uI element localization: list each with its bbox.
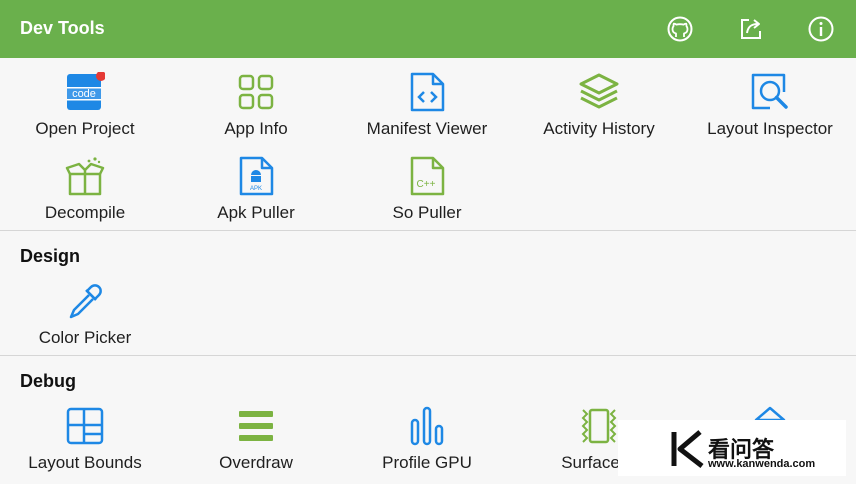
section-title-debug: Debug <box>20 371 76 391</box>
tool-label: Profile GPU <box>382 453 472 472</box>
tool-apk-puller[interactable]: APK Apk Puller <box>171 156 341 236</box>
watermark-logo-icon <box>671 430 704 468</box>
tool-activity-history[interactable]: Activity History <box>514 72 684 152</box>
tool-layout-bounds[interactable]: Layout Bounds <box>0 406 170 484</box>
tool-overdraw[interactable]: Overdraw <box>171 406 341 484</box>
tool-label: Color Picker <box>38 328 132 347</box>
bounds-icon <box>66 407 104 445</box>
github-button[interactable] <box>662 12 698 46</box>
cpp-file-icon: C++ <box>410 156 445 196</box>
manifest-file-icon <box>410 72 445 112</box>
divider <box>0 230 856 231</box>
info-icon <box>808 16 834 42</box>
tool-so-puller[interactable]: C++ So Puller <box>342 156 512 236</box>
github-icon <box>667 16 693 42</box>
grid-icon <box>238 74 274 110</box>
apk-file-icon: APK <box>239 156 274 196</box>
app-bar: Dev Tools <box>0 0 856 58</box>
tool-app-info[interactable]: App Info <box>171 72 341 152</box>
dropper-icon <box>69 284 102 319</box>
tool-label: Manifest Viewer <box>366 119 488 138</box>
code-icon: code <box>67 72 105 110</box>
tool-color-picker[interactable]: Color Picker <box>0 281 170 361</box>
svg-text:C++: C++ <box>417 179 436 190</box>
svg-text:code: code <box>72 88 96 100</box>
box-icon <box>65 157 105 196</box>
info-button[interactable] <box>803 12 839 46</box>
overdraw-icon <box>239 411 273 441</box>
tool-manifest-viewer[interactable]: Manifest Viewer <box>342 72 512 152</box>
tool-label: Layout Inspector <box>707 119 833 138</box>
tool-open-project[interactable]: code Open Project <box>0 72 170 152</box>
svg-text:APK: APK <box>250 186 262 192</box>
surface-icon <box>581 408 617 444</box>
section-title-design: Design <box>20 246 81 266</box>
watermark-url: www.kanwenda.com <box>708 458 816 470</box>
tool-decompile[interactable]: Decompile <box>0 156 170 236</box>
app-title: Dev Tools <box>20 18 105 38</box>
share-icon <box>741 19 761 39</box>
tool-label: So Puller <box>392 203 462 222</box>
divider <box>0 355 856 356</box>
watermark: 看问答 www.kanwenda.com <box>618 420 846 476</box>
tool-label: Overdraw <box>219 453 293 472</box>
tool-layout-inspector[interactable]: Layout Inspector <box>685 72 855 152</box>
tool-label: Layout Bounds <box>28 453 142 472</box>
tool-profile-gpu[interactable]: Profile GPU <box>342 406 512 484</box>
tool-label: Apk Puller <box>217 203 295 222</box>
tool-label: Activity History <box>543 119 655 138</box>
bars-icon <box>410 406 444 446</box>
tool-label: Decompile <box>44 203 126 222</box>
share-button[interactable] <box>733 12 769 46</box>
layers-icon <box>579 73 619 109</box>
tool-label: Open Project <box>35 119 135 138</box>
tool-label: App Info <box>224 119 288 138</box>
inspect-icon <box>751 73 788 110</box>
